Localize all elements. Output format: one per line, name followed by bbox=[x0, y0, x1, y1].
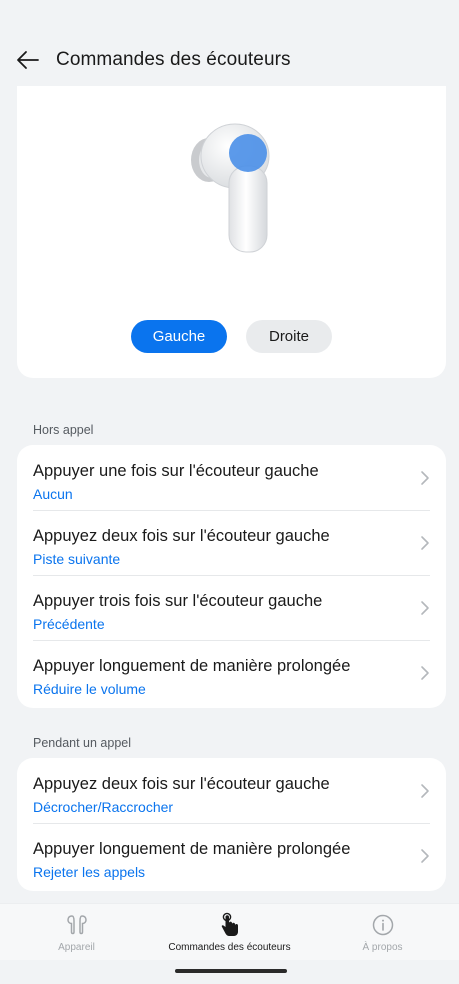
row-title: Appuyer longuement de manière prolongée bbox=[33, 840, 351, 858]
row-title: Appuyez deux fois sur l'écouteur gauche bbox=[33, 775, 330, 793]
info-icon bbox=[370, 912, 396, 938]
row-value: Décrocher/Raccrocher bbox=[33, 799, 174, 815]
side-toggle: Gauche Droite bbox=[17, 320, 446, 353]
earbud-illustration bbox=[191, 123, 270, 253]
row-value: Réduire le volume bbox=[33, 681, 146, 697]
control-row-long-press[interactable]: Appuyer longuement de manière prolongée … bbox=[17, 640, 446, 705]
page-title: Commandes des écouteurs bbox=[56, 49, 291, 70]
row-value: Rejeter les appels bbox=[33, 864, 146, 880]
back-arrow-icon bbox=[17, 51, 39, 69]
chevron-right-icon bbox=[421, 666, 429, 680]
right-earbud-button[interactable]: Droite bbox=[246, 320, 332, 353]
section-label-pendant-appel: Pendant un appel bbox=[33, 736, 132, 750]
home-indicator[interactable] bbox=[175, 969, 287, 973]
chevron-right-icon bbox=[421, 601, 429, 615]
row-title: Appuyer longuement de manière prolongée bbox=[33, 657, 351, 675]
control-row-call-double-tap[interactable]: Appuyez deux fois sur l'écouteur gauche … bbox=[17, 758, 446, 823]
control-row-call-long-press[interactable]: Appuyer longuement de manière prolongée … bbox=[17, 823, 446, 888]
screen: Commandes des écouteurs Gauche Droite Ho… bbox=[0, 0, 459, 984]
controls-card-pendant-appel: Appuyez deux fois sur l'écouteur gauche … bbox=[17, 758, 446, 891]
chevron-right-icon bbox=[421, 784, 429, 798]
chevron-right-icon bbox=[421, 536, 429, 550]
left-earbud-button[interactable]: Gauche bbox=[131, 320, 227, 353]
controls-card-hors-appel: Appuyer une fois sur l'écouteur gauche A… bbox=[17, 445, 446, 708]
chevron-right-icon bbox=[421, 471, 429, 485]
control-row-double-tap[interactable]: Appuyez deux fois sur l'écouteur gauche … bbox=[17, 510, 446, 575]
control-row-triple-tap[interactable]: Appuyer trois fois sur l'écouteur gauche… bbox=[17, 575, 446, 640]
back-button[interactable] bbox=[0, 36, 56, 84]
row-title: Appuyer une fois sur l'écouteur gauche bbox=[33, 462, 319, 480]
row-value: Précédente bbox=[33, 616, 105, 632]
touch-hand-icon bbox=[217, 912, 243, 938]
earbuds-icon bbox=[64, 912, 90, 938]
row-title: Appuyez deux fois sur l'écouteur gauche bbox=[33, 527, 330, 545]
nav-tab-commandes[interactable]: Commandes des écouteurs bbox=[153, 904, 306, 960]
app-header: Commandes des écouteurs bbox=[0, 36, 459, 84]
nav-tab-appareil[interactable]: Appareil bbox=[0, 904, 153, 960]
bottom-navigation: Appareil Commandes des écouteurs À propo… bbox=[0, 903, 459, 960]
control-row-single-tap[interactable]: Appuyer une fois sur l'écouteur gauche A… bbox=[17, 445, 446, 510]
row-value: Aucun bbox=[33, 486, 73, 502]
section-label-hors-appel: Hors appel bbox=[33, 423, 94, 437]
row-value: Piste suivante bbox=[33, 551, 121, 567]
row-title: Appuyer trois fois sur l'écouteur gauche bbox=[33, 592, 323, 610]
nav-label: Commandes des écouteurs bbox=[168, 942, 291, 953]
earbud-preview-card: Gauche Droite bbox=[17, 86, 446, 378]
chevron-right-icon bbox=[421, 849, 429, 863]
nav-tab-a-propos[interactable]: À propos bbox=[306, 904, 459, 960]
nav-label: Appareil bbox=[58, 942, 95, 953]
nav-label: À propos bbox=[362, 942, 403, 953]
